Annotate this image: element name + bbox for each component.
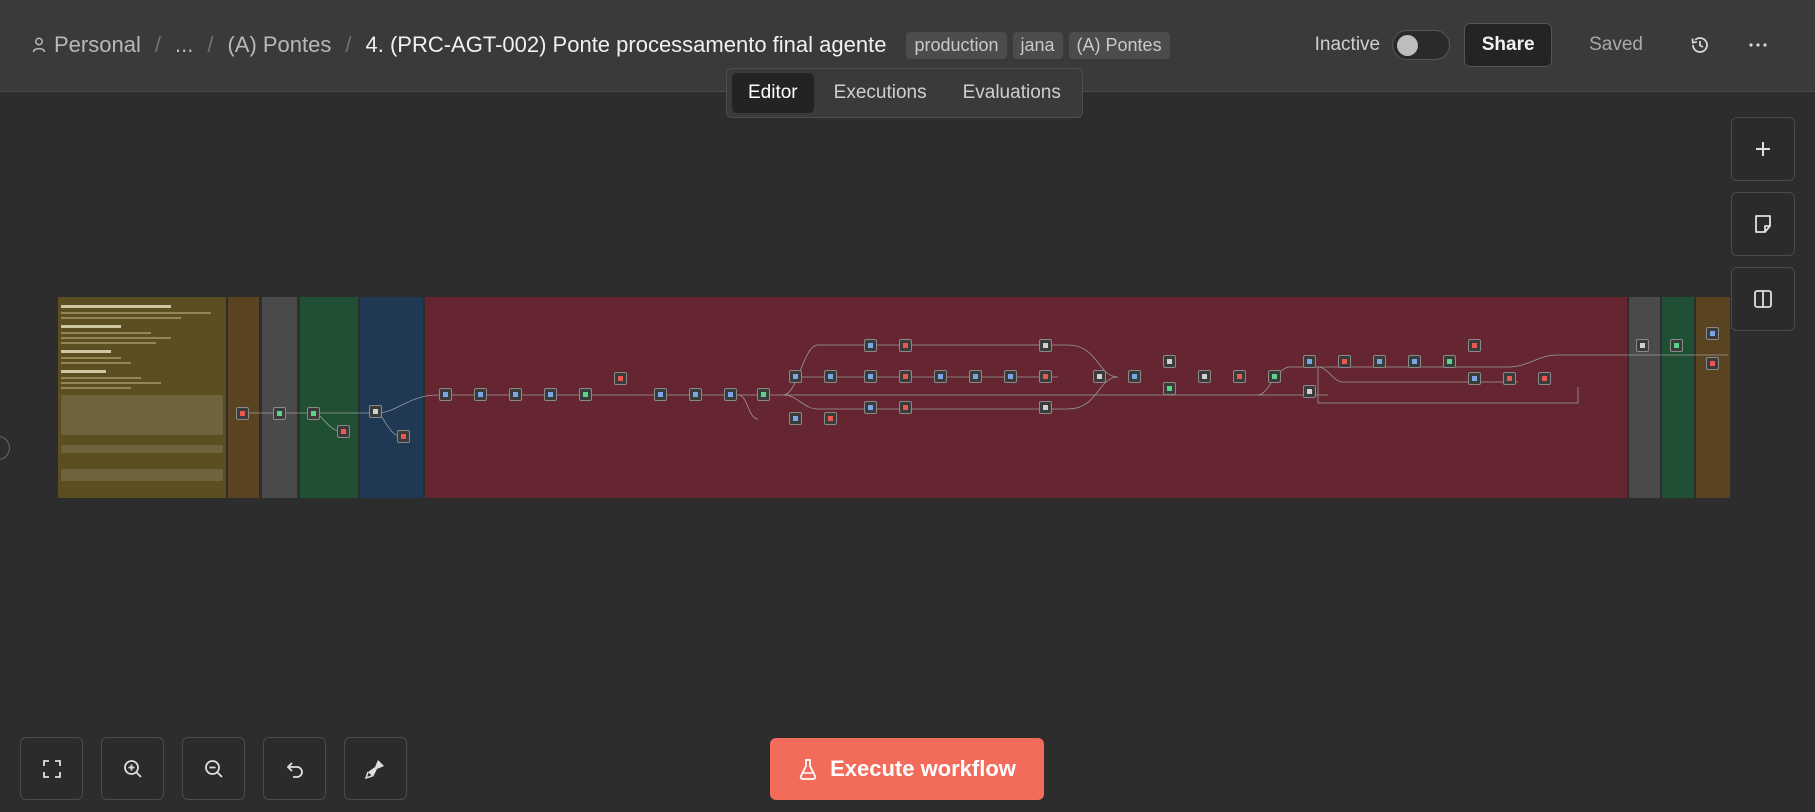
tag-jana[interactable]: jana	[1012, 31, 1063, 59]
workflow-node[interactable]	[824, 412, 837, 425]
workflow-node[interactable]	[1233, 370, 1246, 383]
workflow-node[interactable]	[1163, 382, 1176, 395]
workflow-node[interactable]	[369, 405, 382, 418]
breadcrumb-separator: /	[345, 32, 352, 57]
workflow-node[interactable]	[1163, 355, 1176, 368]
workflow-node[interactable]	[1408, 355, 1421, 368]
workflow-node[interactable]	[1039, 370, 1052, 383]
workflow-node[interactable]	[1303, 385, 1316, 398]
workflow-node[interactable]	[579, 388, 592, 401]
workflow-node[interactable]	[1128, 370, 1141, 383]
breadcrumb-personal[interactable]: Personal	[32, 32, 141, 58]
workflow-node[interactable]	[1338, 355, 1351, 368]
workflow-node[interactable]	[397, 430, 410, 443]
share-button[interactable]: Share	[1464, 23, 1553, 67]
canvas-side-toolbar	[1731, 117, 1795, 342]
workflow-node[interactable]	[899, 401, 912, 414]
tag-production[interactable]: production	[906, 31, 1007, 59]
workflow-node[interactable]	[864, 401, 877, 414]
workflow-node[interactable]	[1468, 372, 1481, 385]
breadcrumb-separator: /	[154, 32, 161, 57]
workflow-node[interactable]	[789, 370, 802, 383]
fit-view-icon[interactable]	[20, 737, 83, 800]
workflow-node[interactable]	[1538, 372, 1551, 385]
workflow-node[interactable]	[337, 425, 350, 438]
workflow-node[interactable]	[969, 370, 982, 383]
workflow-node[interactable]	[899, 339, 912, 352]
zoom-in-icon[interactable]	[101, 737, 164, 800]
workflow-node[interactable]	[1039, 339, 1052, 352]
workflow-node[interactable]	[474, 388, 487, 401]
node-connections	[243, 344, 1728, 438]
workflow-node[interactable]	[1636, 339, 1649, 352]
workflow-node[interactable]	[1373, 355, 1386, 368]
workflow-node[interactable]	[689, 388, 702, 401]
header-actions: Inactive Share Saved	[1315, 22, 1815, 68]
history-icon[interactable]	[1685, 30, 1715, 60]
workflow-node[interactable]	[544, 388, 557, 401]
activation-toggle[interactable]	[1392, 30, 1451, 60]
workflow-node[interactable]	[789, 412, 802, 425]
workflow-node[interactable]	[1004, 370, 1017, 383]
workflow-node[interactable]	[824, 370, 837, 383]
side-panel-icon[interactable]	[1731, 267, 1795, 331]
workflow-node[interactable]	[614, 372, 627, 385]
workflow-node[interactable]	[1706, 327, 1719, 340]
workflow-node[interactable]	[1468, 339, 1481, 352]
flask-icon	[799, 759, 817, 780]
workflow-node[interactable]	[509, 388, 522, 401]
breadcrumb-folder[interactable]: (A) Pontes	[227, 32, 331, 58]
workflow-node[interactable]	[934, 370, 947, 383]
workflow-node[interactable]	[864, 339, 877, 352]
workflow-canvas[interactable]	[0, 92, 1815, 812]
person-icon	[32, 37, 46, 53]
breadcrumb: Personal / ... / (A) Pontes / 4. (PRC-AG…	[32, 30, 1170, 60]
workflow-node[interactable]	[1198, 370, 1211, 383]
workflow-overview	[58, 297, 1730, 498]
workflow-node[interactable]	[1268, 370, 1281, 383]
toggle-knob	[1397, 35, 1419, 56]
workflow-node[interactable]	[899, 370, 912, 383]
breadcrumb-personal-label: Personal	[54, 32, 141, 57]
workflow-node[interactable]	[654, 388, 667, 401]
workflow-node[interactable]	[1503, 372, 1516, 385]
saved-status: Saved	[1589, 34, 1643, 55]
tag-pontes[interactable]: (A) Pontes	[1068, 31, 1170, 59]
workflow-node[interactable]	[864, 370, 877, 383]
sticky-note-icon[interactable]	[1731, 192, 1795, 256]
canvas-bottom-toolbar	[20, 737, 407, 800]
workflow-node[interactable]	[236, 407, 249, 420]
workflow-tags: production jana (A) Pontes	[906, 31, 1170, 59]
workflow-node[interactable]	[1443, 355, 1456, 368]
workflow-node[interactable]	[1303, 355, 1316, 368]
workflow-node[interactable]	[724, 388, 737, 401]
add-node-icon[interactable]	[1731, 117, 1795, 181]
undo-icon[interactable]	[263, 737, 326, 800]
execute-workflow-button[interactable]: Execute workflow	[770, 738, 1044, 800]
workflow-title[interactable]: 4. (PRC-AGT-002) Ponte processamento fin…	[366, 32, 887, 58]
activation-status-label: Inactive	[1314, 34, 1381, 55]
canvas-edge-handle[interactable]	[0, 436, 10, 460]
workflow-node[interactable]	[757, 388, 770, 401]
zoom-out-icon[interactable]	[182, 737, 245, 800]
workflow-node[interactable]	[1039, 401, 1052, 414]
workflow-node[interactable]	[439, 388, 452, 401]
workflow-node[interactable]	[307, 407, 320, 420]
more-options-icon[interactable]	[1743, 30, 1773, 60]
workflow-node[interactable]	[273, 407, 286, 420]
execute-workflow-label: Execute workflow	[830, 756, 1016, 781]
breadcrumb-separator: /	[207, 32, 214, 57]
workflow-node[interactable]	[1093, 370, 1106, 383]
workflow-node[interactable]	[1706, 357, 1719, 370]
workflow-node[interactable]	[1670, 339, 1683, 352]
breadcrumb-ellipsis[interactable]: ...	[175, 32, 193, 58]
clear-execution-icon[interactable]	[344, 737, 407, 800]
